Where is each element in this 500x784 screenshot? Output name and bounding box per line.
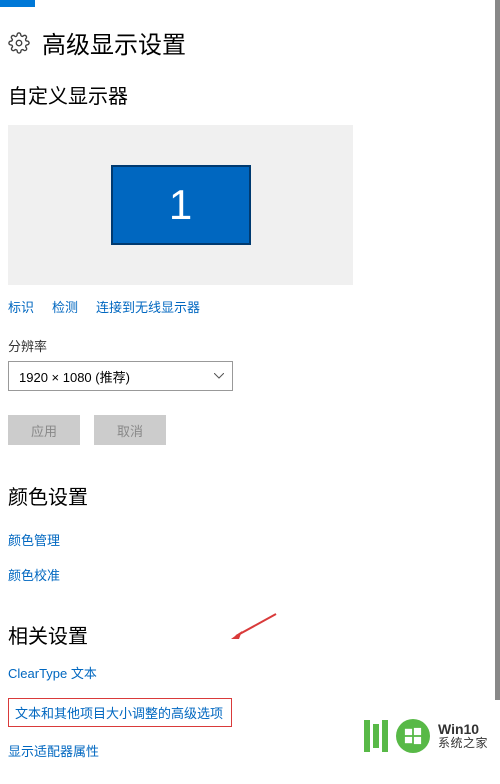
color-settings-section: 颜色设置 颜色管理 颜色校准 (8, 481, 492, 584)
text-sizing-advanced-link[interactable]: 文本和其他项目大小调整的高级选项 (15, 703, 225, 722)
identify-link[interactable]: 标识 (8, 297, 34, 316)
window-right-edge (495, 0, 500, 700)
color-management-link[interactable]: 颜色管理 (8, 530, 492, 549)
resolution-select[interactable]: 1920 × 1080 (推荐) (8, 361, 233, 391)
custom-display-title: 自定义显示器 (8, 80, 492, 109)
annotation-arrow (228, 612, 278, 640)
monitor-1[interactable]: 1 (111, 165, 251, 245)
watermark: Win10 系统之家 (364, 719, 488, 753)
display-preview[interactable]: 1 (8, 125, 353, 285)
color-calibration-link[interactable]: 颜色校准 (8, 565, 492, 584)
monitor-number: 1 (169, 181, 192, 229)
watermark-line2: 系统之家 (438, 737, 488, 750)
watermark-line1: Win10 (438, 722, 488, 737)
apply-cancel-row: 应用 取消 (8, 415, 492, 445)
apply-button[interactable]: 应用 (8, 415, 80, 445)
chevron-down-icon (214, 371, 224, 382)
watermark-text: Win10 系统之家 (438, 722, 488, 751)
gear-icon (8, 32, 30, 54)
resolution-value: 1920 × 1080 (推荐) (19, 367, 130, 386)
page-title: 高级显示设置 (42, 25, 186, 60)
window-accent-bar (0, 0, 35, 7)
color-settings-title: 颜色设置 (8, 481, 492, 510)
page-header: 高级显示设置 (8, 25, 492, 60)
watermark-bars-icon (364, 720, 388, 752)
wireless-display-link[interactable]: 连接到无线显示器 (96, 297, 200, 316)
resolution-label: 分辨率 (8, 336, 492, 355)
detect-link[interactable]: 检测 (52, 297, 78, 316)
cancel-button[interactable]: 取消 (94, 415, 166, 445)
display-action-links: 标识 检测 连接到无线显示器 (8, 297, 492, 316)
watermark-windows-icon (396, 719, 430, 753)
cleartype-link[interactable]: ClearType 文本 (8, 663, 492, 682)
highlighted-link-box: 文本和其他项目大小调整的高级选项 (8, 698, 232, 727)
